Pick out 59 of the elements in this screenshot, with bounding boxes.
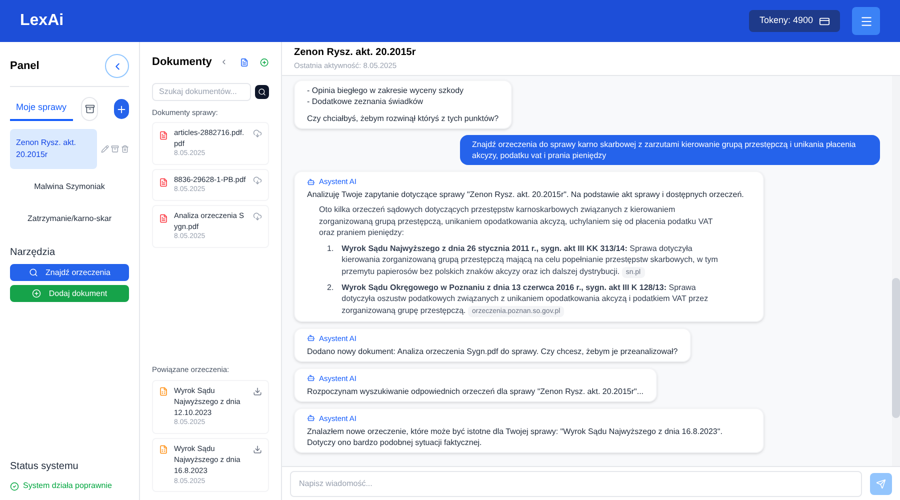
panel-title: Panel (10, 58, 40, 74)
bot-icon (307, 334, 315, 342)
case-item[interactable]: Malwina Szymoniak (10, 173, 129, 201)
token-badge: Tokeny: 4900 (749, 10, 840, 32)
menu-button[interactable] (852, 7, 880, 35)
message-text: Oto kilka orzeczeń sądowych dotyczących przestępstw karnoskarbowych związanych z kierowaniem zorganizowaną grupą przestępczą, unikaniem opodatkowania akcyzą, uchylaniem się od płacenia podatku VAT oraz praniem pieniędzy: (318, 204, 714, 238)
card-icon (819, 16, 830, 26)
search-icon (28, 268, 38, 277)
case-item[interactable]: Zatrzymanie/karno-skar (10, 205, 129, 233)
archive-icon (84, 104, 94, 114)
scrollbar[interactable] (892, 76, 900, 466)
check-icon (10, 482, 19, 490)
message-text: - Opinia biegłego w zakresie wyceny szkody (307, 85, 465, 96)
bot-icon (307, 414, 315, 422)
app-title: LexAi (20, 11, 64, 31)
message-text: - Dodatkowe zeznania świadków (307, 96, 424, 107)
cases-tab[interactable]: Moje sprawy (10, 97, 73, 121)
file-icon (159, 178, 168, 187)
documents-title: Dokumenty (152, 55, 212, 70)
message-text: Analizuję Twoje zapytanie dotyczące sprawy "Zenon Rysz. akt. 20.2015r". Na podstawie akt sprawy i dostępnych orzeczeń. (307, 189, 745, 200)
bot-icon (307, 178, 315, 186)
list-number: 2. (327, 282, 334, 294)
bot-icon (307, 374, 315, 382)
plus-icon (116, 104, 128, 114)
send-icon (876, 478, 886, 488)
message-text: Czy chciałbyś, żebym rozwinął któryś z tych punktów? (307, 113, 499, 124)
download-icon[interactable] (253, 386, 262, 396)
chevron-left-icon[interactable] (220, 57, 228, 68)
download-icon[interactable] (253, 176, 262, 185)
search-button[interactable] (255, 84, 269, 98)
download-icon[interactable] (253, 128, 262, 138)
find-rulings-button[interactable]: Znajdź orzeczenia (10, 264, 129, 281)
message-input[interactable]: Napisz wiadomość... (290, 470, 862, 496)
edit-icon[interactable] (101, 145, 109, 153)
status-title: Status systemu (10, 460, 80, 474)
chat-title: Zenon Rysz. akt. 20.2015r (294, 46, 417, 60)
file-icon (159, 214, 168, 222)
list-number: 1. (327, 242, 334, 254)
search-field[interactable]: Szukaj dokumentów... (152, 82, 251, 100)
collapse-button[interactable] (105, 54, 129, 78)
menu-icon (860, 14, 872, 28)
add-case-button[interactable] (114, 99, 129, 119)
file-icon (159, 130, 168, 140)
document-icon[interactable] (240, 56, 248, 68)
download-icon[interactable] (253, 212, 262, 220)
case-item[interactable]: Zenon Rysz. akt. 20.2015r (10, 129, 97, 169)
plus-circle-icon (32, 289, 41, 298)
plus-circle-icon[interactable] (260, 56, 269, 68)
status-text: System działa poprawnie (23, 480, 112, 492)
search-icon (258, 88, 266, 96)
archive-tab[interactable] (80, 97, 98, 121)
message-text: Rozpoczynam wyszukiwanie odpowiednich orzeczeń dla sprawy "Zenon Rysz. akt. 20.2015r"... (307, 386, 644, 396)
download-icon[interactable] (253, 444, 262, 454)
message-text: Znalazłem nowe orzeczenie, które może być istotne dla Twojej sprawy: "Wyrok Sądu Najwyższego z dnia 16.8.2023". Dotyczy ono bardzo podobnej sytuacji faktycznej. (307, 426, 724, 448)
trash-icon[interactable] (121, 145, 129, 153)
message-text: Dodano nowy dokument: Analiza orzeczenia Sygn.pdf do sprawy. Czy chcesz, żebym je przeanalizował? (307, 346, 678, 356)
tools-title: Narzędzia (10, 246, 56, 260)
archive-icon[interactable] (111, 145, 119, 153)
message-text: Znajdź orzeczenia do sprawy karno skarbowej z zarzutami kierowanie grupą przestępczą i unikania płacenia akcyzy, podatku vat i prania pieniędzy (472, 139, 857, 161)
